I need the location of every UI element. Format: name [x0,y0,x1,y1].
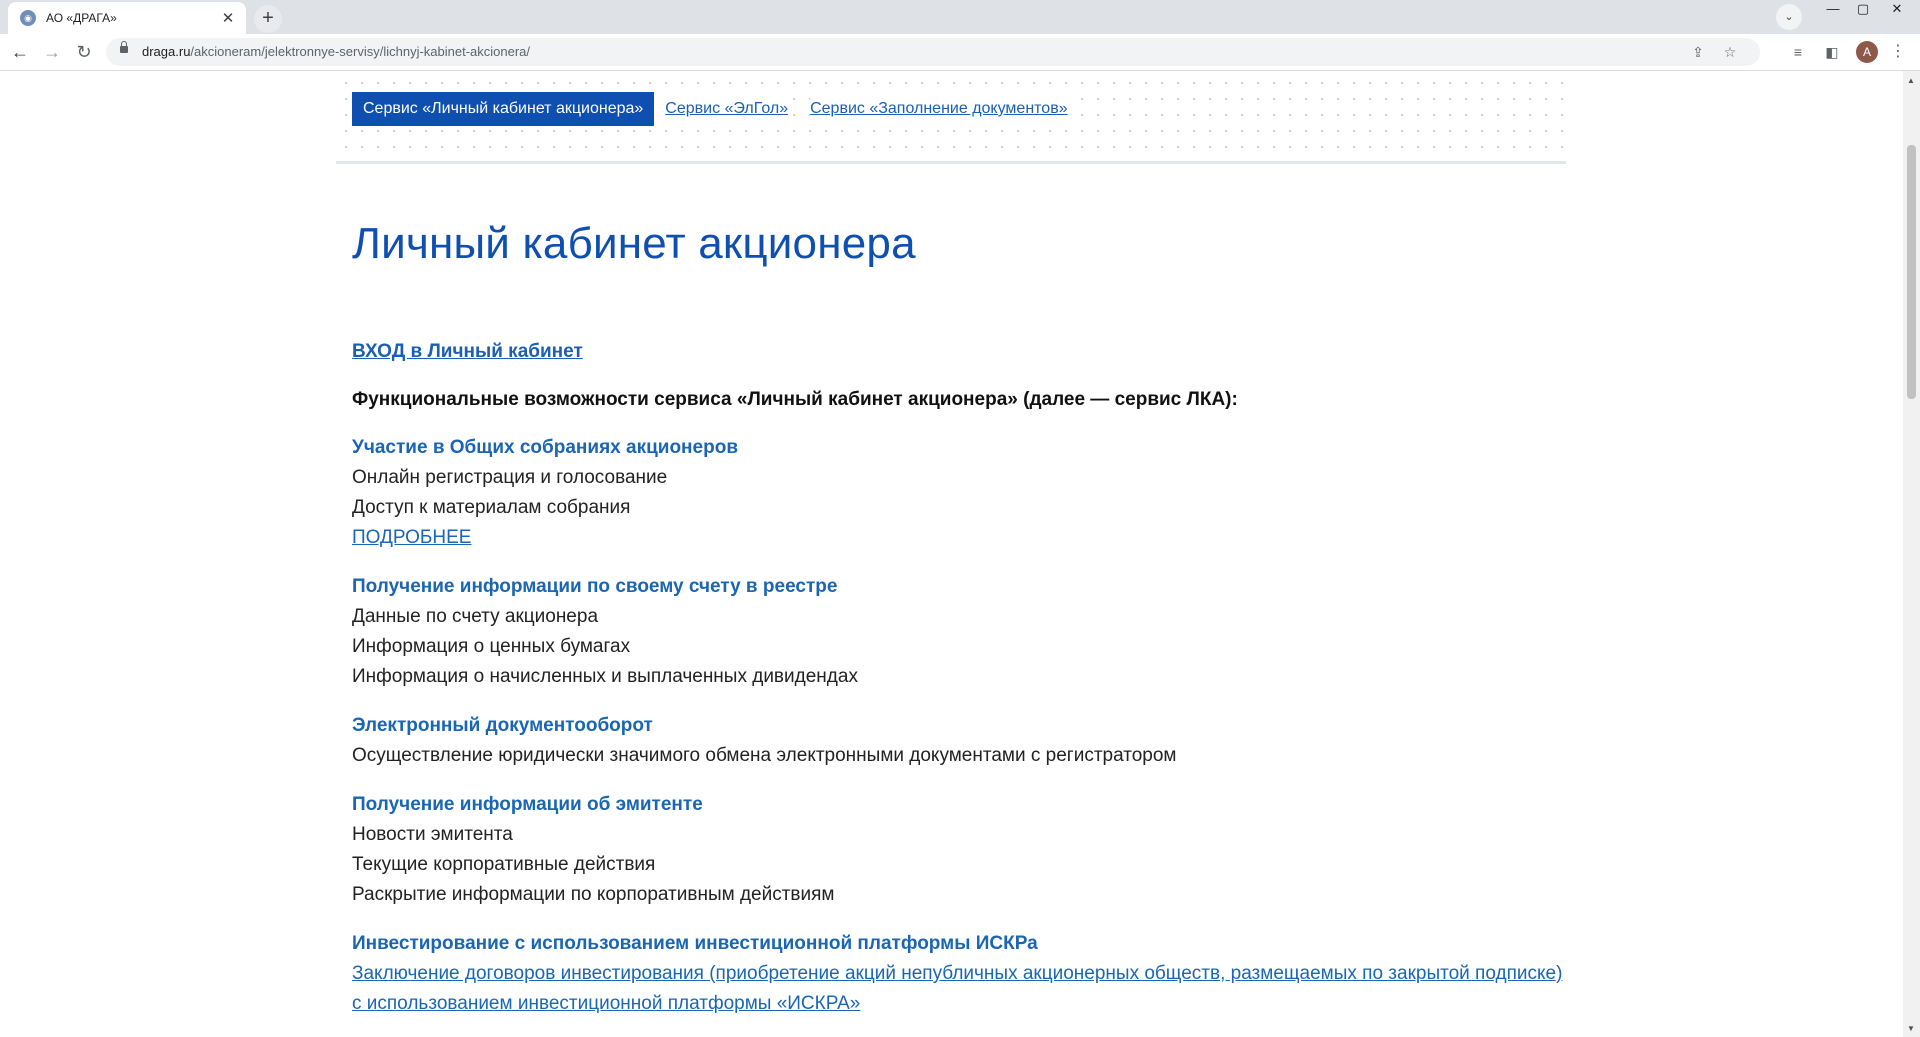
list-item: Осуществление юридически значимого обмен… [352,745,1177,766]
bookmark-star-icon[interactable]: ☆ [1720,42,1740,62]
service-tab-lka-active[interactable]: Сервис «Личный кабинет акционера» [352,92,655,126]
media-control-icon[interactable]: ≡ [1788,42,1808,62]
service-tab-elgol[interactable]: Сервис «ЭлГол» [665,98,789,120]
forward-arrow-icon[interactable]: → [40,40,64,64]
page-scrollbar[interactable]: ▲ ▼ [1903,71,1920,1037]
lock-icon[interactable] [120,41,128,53]
close-tab-icon[interactable]: ✕ [220,9,236,27]
list-item: Доступ к материалам собрания [352,497,631,518]
back-arrow-icon[interactable]: ← [8,40,32,64]
address-bar[interactable]: draga.ru/akcioneram/jelektronnye-servisy… [106,38,1760,66]
page-title: Личный кабинет акционера [352,219,916,268]
site-favicon-icon: ◉ [20,10,36,26]
url-path: /akcioneram/jelektronnye-servisy/lichnyj… [190,44,531,59]
section-title-investing: Инвестирование с использованием инвестиц… [352,933,1038,954]
new-tab-button[interactable]: + [254,5,282,33]
side-panel-icon[interactable]: ◧ [1822,42,1842,62]
more-details-link[interactable]: ПОДРОБНЕЕ [352,527,471,549]
list-item: Информация о ценных бумагах [352,636,631,657]
tab-search-button[interactable]: ⌄ [1776,4,1802,30]
list-item: Данные по счету акционера [352,606,599,627]
list-item: Новости эмитента [352,824,513,845]
browser-tab[interactable]: ◉ АО «ДРАГА» ✕ [8,2,246,34]
minimize-window-button[interactable]: — [1816,0,1850,20]
share-icon[interactable]: ⇪ [1688,42,1708,62]
features-intro: Функциональные возможности сервиса «Личн… [352,389,1238,410]
list-item: Онлайн регистрация и голосование [352,467,668,488]
browser-toolbar: ← → ↻ draga.ru/akcioneram/jelektronnye-s… [0,34,1920,71]
login-link[interactable]: ВХОД в Личный кабинет [352,341,583,363]
scroll-up-arrow-icon[interactable]: ▲ [1907,76,1915,85]
url-host: draga.ru [142,44,191,59]
browser-tab-bar: ◉ АО «ДРАГА» ✕ + ⌄ — ▢ ✕ [0,0,1920,34]
section-title-shareholder-meetings: Участие в Общих собраниях акционеров [352,437,738,458]
section-title-account-info: Получение информации по своему счету в р… [352,576,838,597]
scroll-down-arrow-icon[interactable]: ▼ [1907,1024,1915,1033]
investment-contract-link[interactable]: Заключение договоров инвестирования (при… [352,959,1572,1019]
web-page: Сервис «Личный кабинет акционера» Сервис… [0,71,1903,1037]
restore-window-button[interactable]: ▢ [1846,0,1880,20]
list-item: Информация о начисленных и выплаченных д… [352,666,858,687]
section-title-issuer-info: Получение информации об эмитенте [352,794,703,815]
reload-icon[interactable]: ↻ [72,40,96,64]
section-title-edo: Электронный документооборот [352,715,653,736]
tab-title: АО «ДРАГА» [46,11,117,25]
url-text[interactable]: draga.ru/akcioneram/jelektronnye-servisy… [142,44,530,59]
close-window-button[interactable]: ✕ [1880,0,1914,20]
scrollbar-thumb[interactable] [1907,145,1916,399]
service-tab-document-filling[interactable]: Сервис «Заполнение документов» [810,98,1068,120]
list-item: Текущие корпоративные действия [352,854,656,875]
list-item: Раскрытие информации по корпоративным де… [352,884,835,905]
service-navigation: Сервис «Личный кабинет акционера» Сервис… [352,92,1079,126]
kebab-menu-icon[interactable]: ⋮ [1888,42,1908,62]
profile-avatar[interactable]: A [1856,41,1878,63]
